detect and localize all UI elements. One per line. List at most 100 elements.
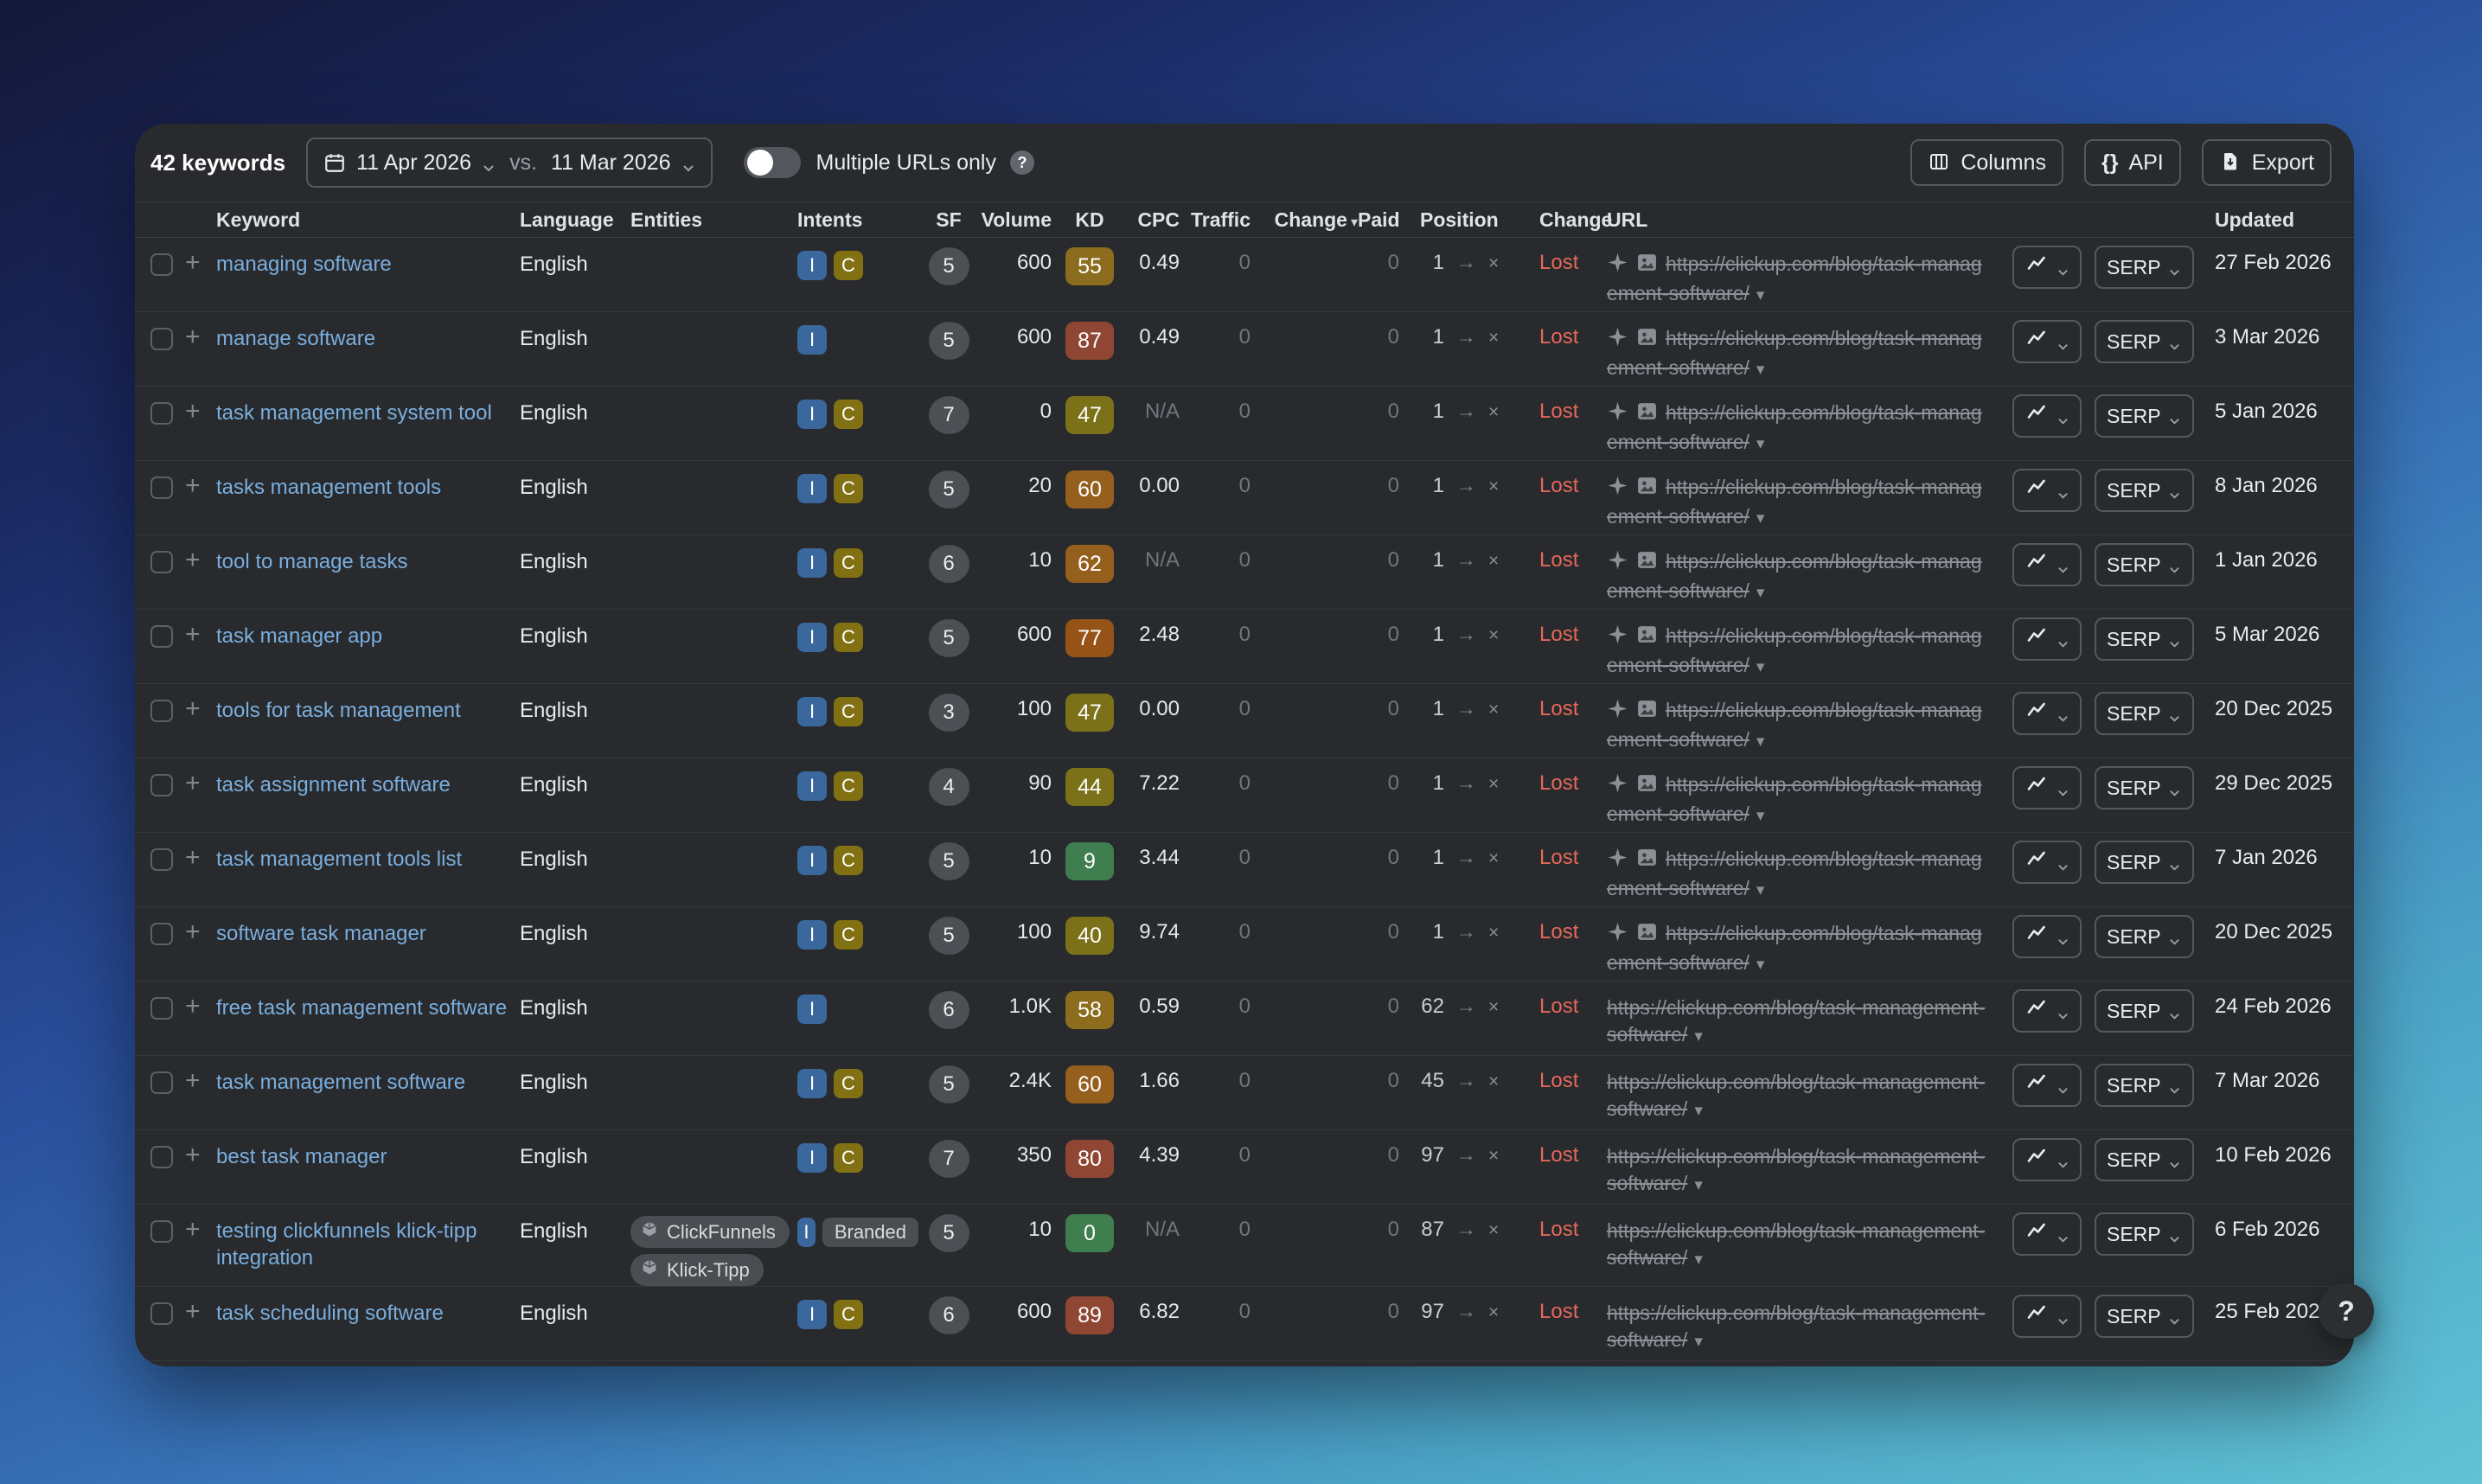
url-dropdown[interactable]: https://clickup.com/blog/task-management… [1607,251,1992,309]
header-updated[interactable]: Updated [2215,208,2333,232]
row-checkbox[interactable] [150,1302,173,1325]
url-dropdown[interactable]: https://clickup.com/blog/task-management… [1607,1143,1992,1199]
position-history-button[interactable] [2012,766,2082,809]
plus-icon[interactable]: + [185,1141,201,1169]
row-checkbox[interactable] [150,923,173,945]
plus-icon[interactable]: + [185,248,201,277]
url-dropdown[interactable]: https://clickup.com/blog/task-management… [1607,325,1992,383]
header-url[interactable]: URL [1607,208,2012,232]
keyword-link[interactable]: task management software [216,1069,465,1096]
header-paid[interactable]: Paid [1358,208,1399,232]
plus-icon[interactable]: + [185,471,201,500]
date-to[interactable]: 11 Mar 2026 [551,150,671,176]
keyword-link[interactable]: tools for task management [216,697,461,724]
plus-icon[interactable]: + [185,918,201,946]
url-dropdown[interactable]: https://clickup.com/blog/task-management… [1607,548,1992,606]
serp-button[interactable]: SERP [2095,1064,2194,1107]
header-entities[interactable]: Entities [630,208,797,232]
keyword-link[interactable]: task assignment software [216,771,451,798]
plus-icon[interactable]: + [185,1215,201,1244]
row-checkbox[interactable] [150,1071,173,1094]
row-checkbox[interactable] [150,625,173,648]
plus-icon[interactable]: + [185,397,201,425]
serp-button[interactable]: SERP [2095,692,2194,735]
keyword-link[interactable]: software task manager [216,920,426,947]
header-intents[interactable]: Intents [797,208,918,232]
serp-button[interactable]: SERP [2095,246,2194,289]
row-checkbox[interactable] [150,997,173,1020]
position-history-button[interactable] [2012,543,2082,586]
position-history-button[interactable] [2012,617,2082,661]
plus-icon[interactable]: + [185,843,201,872]
row-checkbox[interactable] [150,477,173,499]
serp-button[interactable]: SERP [2095,617,2194,661]
serp-button[interactable]: SERP [2095,915,2194,958]
columns-button[interactable]: Columns [1910,139,2063,186]
row-checkbox[interactable] [150,1146,173,1168]
url-dropdown[interactable]: https://clickup.com/blog/task-management… [1607,697,1992,755]
plus-icon[interactable]: + [185,546,201,574]
position-history-button[interactable] [2012,469,2082,512]
keyword-link[interactable]: tasks management tools [216,474,441,501]
row-checkbox[interactable] [150,700,173,722]
serp-button[interactable]: SERP [2095,469,2194,512]
keyword-link[interactable]: task management tools list [216,846,462,873]
date-range-selector[interactable]: 11 Apr 2026 vs. 11 Mar 2026 [306,138,712,188]
position-history-button[interactable] [2012,1138,2082,1181]
serp-button[interactable]: SERP [2095,543,2194,586]
keyword-link[interactable]: task manager app [216,623,382,649]
position-history-button[interactable] [2012,320,2082,363]
row-checkbox[interactable] [150,774,173,796]
header-volume[interactable]: Volume [979,208,1052,232]
row-checkbox[interactable] [150,402,173,425]
serp-button[interactable]: SERP [2095,1138,2194,1181]
plus-icon[interactable]: + [185,769,201,797]
position-history-button[interactable] [2012,692,2082,735]
entity-pill[interactable]: Klick-Tipp [630,1254,764,1286]
position-history-button[interactable] [2012,1212,2082,1256]
export-button[interactable]: Export [2202,139,2332,186]
plus-icon[interactable]: + [185,1297,201,1326]
keyword-link[interactable]: task management system tool [216,400,492,426]
position-history-button[interactable] [2012,989,2082,1033]
entity-pill[interactable]: ClickFunnels [630,1216,790,1248]
url-dropdown[interactable]: https://clickup.com/blog/task-management… [1607,1218,1992,1273]
keyword-link[interactable]: testing clickfunnels klick-tipp integrat… [216,1218,510,1271]
url-dropdown[interactable]: https://clickup.com/blog/task-management… [1607,474,1992,532]
question-circle-icon[interactable]: ? [1010,150,1034,175]
position-history-button[interactable] [2012,1295,2082,1338]
serp-button[interactable]: SERP [2095,320,2194,363]
url-dropdown[interactable]: https://clickup.com/blog/task-management… [1607,623,1992,681]
url-dropdown[interactable]: https://clickup.com/blog/task-management… [1607,846,1992,904]
header-traffic[interactable]: Traffic [1180,208,1251,232]
header-language[interactable]: Language [520,208,630,232]
url-dropdown[interactable]: https://clickup.com/blog/task-management… [1607,1069,1992,1124]
position-history-button[interactable] [2012,915,2082,958]
url-dropdown[interactable]: https://clickup.com/blog/task-management… [1607,771,1992,829]
row-checkbox[interactable] [150,253,173,276]
header-traffic-change[interactable]: Change▾ [1251,208,1358,232]
plus-icon[interactable]: + [185,1066,201,1095]
row-checkbox[interactable] [150,328,173,350]
header-position-change[interactable]: Change [1539,208,1607,232]
serp-button[interactable]: SERP [2095,394,2194,438]
keyword-link[interactable]: managing software [216,251,392,278]
serp-button[interactable]: SERP [2095,841,2194,884]
keyword-link[interactable]: best task manager [216,1143,387,1170]
url-dropdown[interactable]: https://clickup.com/blog/task-management… [1607,1300,1992,1355]
header-position[interactable]: Position [1399,208,1539,232]
keyword-link[interactable]: task scheduling software [216,1300,444,1327]
position-history-button[interactable] [2012,1064,2082,1107]
row-checkbox[interactable] [150,1220,173,1243]
position-history-button[interactable] [2012,246,2082,289]
serp-button[interactable]: SERP [2095,766,2194,809]
plus-icon[interactable]: + [185,992,201,1020]
url-dropdown[interactable]: https://clickup.com/blog/task-management… [1607,920,1992,978]
plus-icon[interactable]: + [185,323,201,351]
multiple-urls-toggle[interactable] [744,147,801,178]
serp-button[interactable]: SERP [2095,1212,2194,1256]
header-keyword[interactable]: Keyword [216,208,520,232]
serp-button[interactable]: SERP [2095,1295,2194,1338]
row-checkbox[interactable] [150,551,173,573]
keyword-link[interactable]: tool to manage tasks [216,548,407,575]
